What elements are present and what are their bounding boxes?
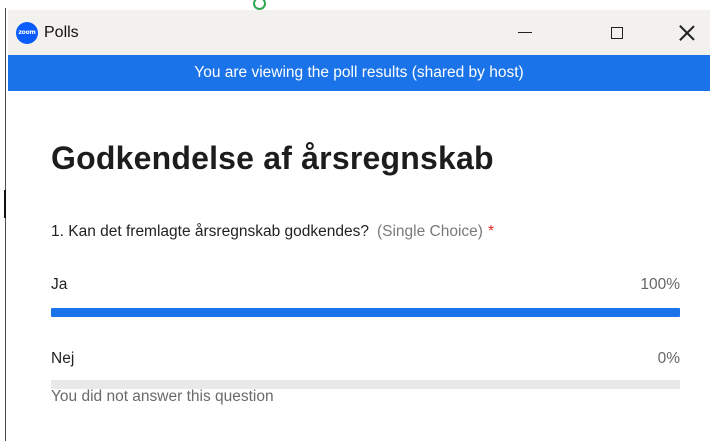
option-percent: 100%: [640, 276, 680, 293]
option-result-bar-fill: [51, 308, 680, 317]
window-title: Polls: [44, 24, 79, 41]
shared-results-banner: You are viewing the poll results (shared…: [8, 55, 710, 91]
answer-status-note: You did not answer this question: [51, 388, 274, 405]
required-asterisk: *: [487, 223, 494, 240]
option-percent: 0%: [657, 350, 680, 367]
close-button[interactable]: [664, 10, 710, 55]
question-text: 1. Kan det fremlagte årsregnskab godkend…: [51, 223, 369, 240]
minimize-icon: [518, 32, 532, 33]
option-result-bar: [51, 308, 680, 317]
title-bar[interactable]: zoom Polls: [8, 10, 710, 55]
option-label: Nej: [51, 350, 75, 367]
option-label: Ja: [51, 276, 68, 293]
maximize-icon: [611, 26, 623, 39]
background-app-icon: [253, 0, 266, 10]
close-icon: [679, 25, 695, 41]
question-row: 1. Kan det fremlagte årsregnskab godkend…: [51, 222, 494, 242]
maximize-button[interactable]: [594, 10, 640, 55]
background-window-strip: [0, 0, 710, 10]
polls-window: zoom Polls You are viewing the poll resu…: [8, 10, 710, 441]
zoom-app-icon: zoom: [16, 22, 38, 44]
minimize-button[interactable]: [502, 10, 548, 55]
question-type: (Single Choice): [376, 223, 483, 240]
background-window-edge: [5, 8, 6, 441]
poll-title: Godkendelse af årsregnskab: [51, 140, 494, 176]
text-cursor-mark: [4, 190, 6, 218]
